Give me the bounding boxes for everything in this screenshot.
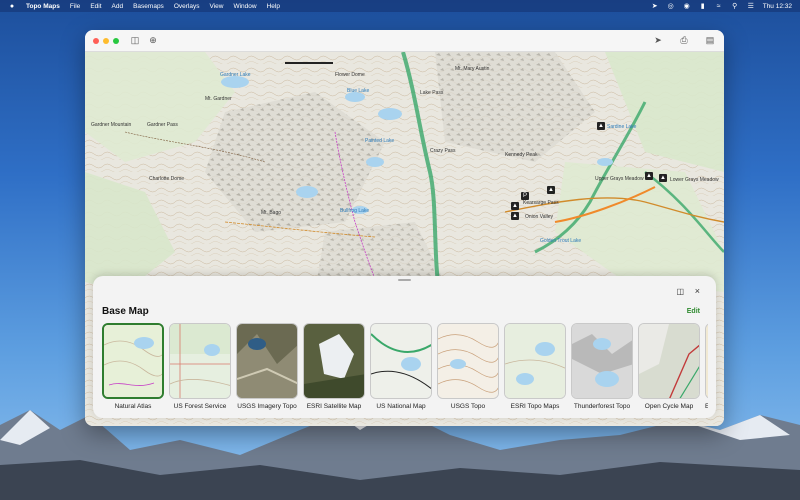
basemap-thumbnail[interactable] <box>705 323 708 399</box>
apple-icon[interactable]: ● <box>8 3 16 10</box>
basemap-label: E <box>705 403 708 410</box>
map-label: Gardner Pass <box>147 122 178 128</box>
basemap-thumbnail[interactable] <box>571 323 633 399</box>
basemap-label: USGS Topo <box>450 403 486 410</box>
map-label: Golden Trout Lake <box>540 238 582 244</box>
basemap-thumbnail[interactable] <box>638 323 700 399</box>
minimize-window-button[interactable] <box>103 37 109 44</box>
menu-file[interactable]: File <box>70 3 80 10</box>
campground-icon[interactable]: ▲ <box>659 174 667 182</box>
map-label: Gardner Lake <box>220 72 251 78</box>
panel-title: Base Map <box>102 306 149 317</box>
location-icon[interactable]: ➤ <box>651 3 659 10</box>
control-center-icon[interactable]: ☰ <box>747 3 755 10</box>
basemap-label: US National Map <box>376 403 426 410</box>
map-icon[interactable]: ▤ <box>704 35 716 46</box>
map-label: Lower Grays Meadow <box>670 177 719 183</box>
sidebar-toggle-icon[interactable]: ◫ <box>129 35 141 46</box>
basemap-thumbnail[interactable] <box>102 323 164 399</box>
panel-sidebar-icon[interactable]: ◫ <box>676 287 684 296</box>
basemap-label: ESRI Satellite Map <box>306 403 362 410</box>
basemap-thumbnail[interactable] <box>236 323 298 399</box>
basemap-thumbnail[interactable] <box>370 323 432 399</box>
map-label: Mt. Mary Austin <box>455 66 490 72</box>
map-label: Crazy Pass <box>430 148 456 154</box>
basemap-thumbnail[interactable] <box>504 323 566 399</box>
map-label: Mt. Bago <box>261 210 282 216</box>
map-label: Bullfrog Lake <box>340 208 370 214</box>
wifi-icon[interactable]: ≈ <box>715 3 723 10</box>
parking-icon[interactable]: P <box>521 192 529 200</box>
map-label: Onion Valley <box>525 214 553 220</box>
campground-icon[interactable]: ▲ <box>645 172 653 180</box>
basemap-tile-natural-atlas[interactable]: Natural Atlas <box>102 323 164 410</box>
basemap-tile-us-national-map[interactable]: US National Map <box>370 323 432 410</box>
campground-icon[interactable]: ▲ <box>511 202 519 210</box>
print-icon[interactable]: ⎙ <box>678 35 690 46</box>
map-label: Lake Pass <box>420 90 444 96</box>
basemap-label: Thunderforest Topo <box>573 403 631 410</box>
basemap-label: US Forest Service <box>173 403 227 410</box>
menu-view[interactable]: View <box>209 3 223 10</box>
edit-button[interactable]: Edit <box>687 308 700 315</box>
close-window-button[interactable] <box>93 37 99 44</box>
map-label: Charlotte Dome <box>149 176 185 182</box>
menu-window[interactable]: Window <box>233 3 256 10</box>
basemap-label: USGS Imagery Topo <box>237 403 297 410</box>
app-window: ◫ ⊕ ➤ ⎙ ▤ Gardner Lake Mt. Gardner Gardn… <box>85 30 724 426</box>
map-label: Kearsarge Pass <box>523 200 559 206</box>
airdrop-icon[interactable]: ◎ <box>667 3 675 10</box>
user-icon[interactable]: ◉ <box>683 3 691 10</box>
basemap-tile-open-cycle-map[interactable]: Open Cycle Map <box>638 323 700 410</box>
basemap-label: Open Cycle Map <box>644 403 694 410</box>
basemap-tile-esri-topo[interactable]: ESRI Topo Maps <box>504 323 566 410</box>
basemap-carousel[interactable]: Natural Atlas US Forest Service USGS Ima… <box>102 323 708 418</box>
menu-app-name[interactable]: Topo Maps <box>26 3 60 10</box>
menu-overlays[interactable]: Overlays <box>174 3 200 10</box>
panel-close-icon[interactable]: × <box>695 286 700 296</box>
zoom-window-button[interactable] <box>113 37 119 44</box>
basemap-thumbnail[interactable] <box>303 323 365 399</box>
menu-bar: ● Topo Maps File Edit Add Basemaps Overl… <box>0 0 800 12</box>
map-label: Gardner Mountain <box>91 122 132 128</box>
basemap-tile-esri-satellite[interactable]: ESRI Satellite Map <box>303 323 365 410</box>
map-label: Upper Grays Meadow <box>595 176 644 182</box>
basemap-thumbnail[interactable] <box>169 323 231 399</box>
map-label: Painted Lake <box>365 138 395 144</box>
map-label: Sardine Lake <box>607 124 637 130</box>
battery-icon[interactable]: ▮ <box>699 3 707 10</box>
panel-grabber[interactable] <box>398 279 411 281</box>
campground-icon[interactable]: ▲ <box>511 212 519 220</box>
base-map-panel: ◫ × Base Map Edit Natural Atlas US Fores… <box>93 276 716 418</box>
menu-clock[interactable]: Thu 12:32 <box>763 3 792 10</box>
basemap-tile-partial[interactable]: E <box>705 323 708 410</box>
basemap-tile-usgs-imagery-topo[interactable]: USGS Imagery Topo <box>236 323 298 410</box>
menu-help[interactable]: Help <box>267 3 280 10</box>
title-bar: ◫ ⊕ ➤ ⎙ ▤ <box>85 30 724 52</box>
basemap-label: Natural Atlas <box>114 403 152 410</box>
campground-icon[interactable]: ▲ <box>597 122 605 130</box>
basemap-tile-thunderforest-topo[interactable]: Thunderforest Topo <box>571 323 633 410</box>
basemap-tile-usgs-topo[interactable]: USGS Topo <box>437 323 499 410</box>
map-label: Mt. Gardner <box>205 96 232 102</box>
map-label: Blue Lake <box>347 88 370 94</box>
search-icon[interactable]: ⚲ <box>731 3 739 10</box>
map-label: Kennedy Peak <box>505 152 538 158</box>
basemap-tile-us-forest-service[interactable]: US Forest Service <box>169 323 231 410</box>
campground-icon[interactable]: ▲ <box>547 186 555 194</box>
add-circle-icon[interactable]: ⊕ <box>147 35 159 46</box>
menu-edit[interactable]: Edit <box>90 3 101 10</box>
location-arrow-icon[interactable]: ➤ <box>652 35 664 46</box>
basemap-thumbnail[interactable] <box>437 323 499 399</box>
menu-add[interactable]: Add <box>112 3 124 10</box>
menu-basemaps[interactable]: Basemaps <box>133 3 164 10</box>
map-label: Flower Dome <box>335 72 365 78</box>
basemap-label: ESRI Topo Maps <box>510 403 560 410</box>
